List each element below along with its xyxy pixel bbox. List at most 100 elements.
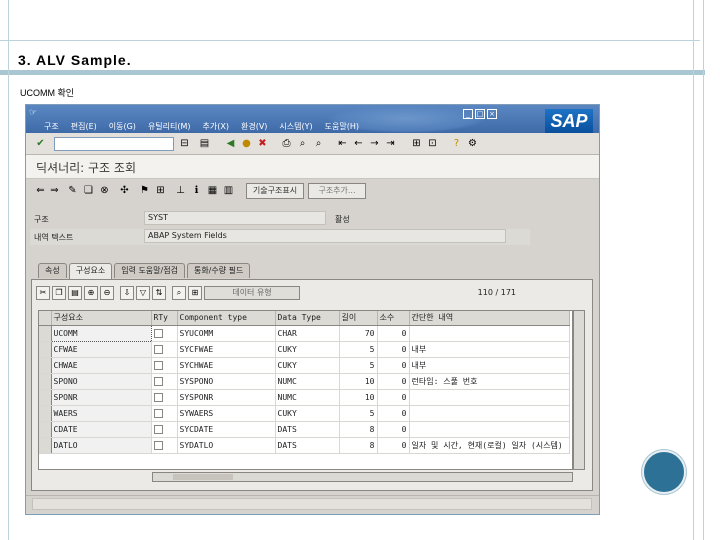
rtype-cell[interactable] bbox=[151, 325, 178, 342]
menu-utilities[interactable]: 유틸리티(M) bbox=[148, 121, 191, 132]
col-component[interactable]: 구성요소 bbox=[51, 311, 152, 326]
rtype-checkbox[interactable] bbox=[153, 392, 163, 402]
rtype-checkbox[interactable] bbox=[153, 440, 163, 450]
component-cell[interactable]: SPONO bbox=[51, 373, 152, 390]
object-list-icon[interactable]: ⊞ bbox=[154, 184, 167, 197]
table-row[interactable]: CHWAE SYCHWAE CUKY 5 0 내부 bbox=[39, 357, 570, 374]
row-selector[interactable] bbox=[39, 421, 52, 438]
hierarchy-icon[interactable]: ⊥ bbox=[174, 184, 187, 197]
window-menu-icon[interactable]: ☞ bbox=[29, 108, 41, 118]
table-row[interactable]: CDATE SYCDATE DATS 8 0 bbox=[39, 421, 570, 438]
component-type-cell[interactable]: SYSPONO bbox=[177, 373, 276, 390]
component-cell[interactable]: CDATE bbox=[51, 421, 152, 438]
new-session-icon[interactable]: ⊞ bbox=[410, 137, 423, 150]
back-arrow-icon[interactable]: ⇐ bbox=[34, 184, 47, 197]
rtype-checkbox[interactable] bbox=[153, 408, 163, 418]
table-row[interactable]: DATLO SYDATLO DATS 8 0 일자 및 시간, 현재(로컬) 일… bbox=[39, 437, 570, 454]
rtype-cell[interactable] bbox=[151, 405, 178, 422]
vertical-scrollbar[interactable] bbox=[573, 310, 585, 470]
component-cell[interactable]: CFWAE bbox=[51, 341, 152, 358]
col-length[interactable]: 길이 bbox=[339, 311, 378, 326]
other-object-icon[interactable]: ❏ bbox=[82, 184, 95, 197]
component-cell[interactable]: UCOMM bbox=[50, 324, 152, 342]
col-decimals[interactable]: 소수 bbox=[377, 311, 410, 326]
component-type-cell[interactable]: SYDATLO bbox=[177, 437, 276, 454]
tab-attributes[interactable]: 속성 bbox=[38, 263, 67, 278]
sort-icon[interactable]: ⇅ bbox=[152, 286, 166, 300]
rtype-checkbox[interactable] bbox=[153, 360, 163, 370]
select-all-header[interactable] bbox=[39, 311, 52, 326]
close-icon[interactable]: × bbox=[487, 109, 497, 119]
layout-icon[interactable]: ⚙ bbox=[466, 137, 479, 150]
exit-icon[interactable]: ● bbox=[240, 137, 253, 150]
paste-icon[interactable]: ▤ bbox=[68, 286, 82, 300]
enter-icon[interactable]: ✔ bbox=[34, 137, 47, 150]
last-page-icon[interactable]: ⇥ bbox=[384, 137, 397, 150]
rtype-checkbox[interactable] bbox=[153, 376, 163, 386]
cancel-icon[interactable]: ✖ bbox=[256, 137, 269, 150]
print-icon[interactable]: ⎙ bbox=[280, 137, 293, 150]
component-cell[interactable]: DATLO bbox=[51, 437, 152, 454]
back-icon[interactable]: ◀ bbox=[224, 137, 237, 150]
col-data-type[interactable]: Data Type bbox=[275, 311, 340, 326]
horizontal-scrollbar[interactable] bbox=[152, 472, 573, 482]
append-structure-button[interactable]: 구조추가... bbox=[308, 183, 366, 199]
rtype-cell[interactable] bbox=[151, 437, 178, 454]
rtype-cell[interactable] bbox=[151, 421, 178, 438]
menu-system[interactable]: 시스템(Y) bbox=[279, 121, 312, 132]
component-type-cell[interactable]: SYCHWAE bbox=[177, 357, 276, 374]
horizontal-scroll-thumb[interactable] bbox=[173, 474, 233, 480]
menu-extras[interactable]: 추가(X) bbox=[203, 121, 229, 132]
component-type-cell[interactable]: SYCFWAE bbox=[177, 341, 276, 358]
filter-icon[interactable]: ▽ bbox=[136, 286, 150, 300]
row-selector[interactable] bbox=[39, 389, 52, 406]
minimize-icon[interactable]: _ bbox=[463, 109, 473, 119]
menu-help[interactable]: 도움말(H) bbox=[325, 121, 359, 132]
tab-input-help-check[interactable]: 입력 도움말/점검 bbox=[114, 263, 185, 278]
check-icon[interactable]: ⊗ bbox=[98, 184, 111, 197]
rtype-checkbox[interactable] bbox=[153, 328, 163, 338]
maximize-icon[interactable]: □ bbox=[475, 109, 485, 119]
rtype-cell[interactable] bbox=[151, 357, 178, 374]
menu-structure[interactable]: 구조 bbox=[44, 121, 59, 132]
col-short-text[interactable]: 간단한 내역 bbox=[409, 311, 570, 326]
row-selector[interactable] bbox=[39, 373, 52, 390]
cut-icon[interactable]: ✂ bbox=[36, 286, 50, 300]
save-icon[interactable]: ▤ bbox=[198, 137, 211, 150]
component-cell[interactable]: SPONR bbox=[51, 389, 152, 406]
tab-currency-quantity[interactable]: 통화/수량 필드 bbox=[186, 263, 251, 278]
col-component-type[interactable]: Component type bbox=[177, 311, 276, 326]
info-icon[interactable]: ℹ bbox=[190, 184, 203, 197]
table-view-icon[interactable]: ▦ bbox=[206, 184, 219, 197]
activate-icon[interactable]: ✣ bbox=[118, 184, 131, 197]
component-type-cell[interactable]: SYWAERS bbox=[177, 405, 276, 422]
row-selector[interactable] bbox=[39, 325, 52, 342]
table-row[interactable]: SPONO SYSPONO NUMC 10 0 런타임: 스풀 번호 bbox=[39, 373, 570, 390]
dropdown-icon[interactable]: ⊟ bbox=[178, 137, 191, 150]
technical-structure-button[interactable]: 기술구조표시 bbox=[246, 183, 304, 199]
rtype-checkbox[interactable] bbox=[153, 424, 163, 434]
prev-page-icon[interactable]: ← bbox=[352, 137, 365, 150]
find-next-icon[interactable]: ⌕ bbox=[312, 137, 325, 150]
table-row[interactable]: CFWAE SYCFWAE CUKY 5 0 내부 bbox=[39, 341, 570, 358]
col-rtype[interactable]: RTy bbox=[151, 311, 178, 326]
structure-value[interactable]: SYST bbox=[144, 211, 326, 225]
forward-arrow-icon[interactable]: ⇒ bbox=[48, 184, 61, 197]
find-icon[interactable]: ⌕ bbox=[296, 137, 309, 150]
component-type-cell[interactable]: SYCDATE bbox=[177, 421, 276, 438]
description-value[interactable]: ABAP System Fields bbox=[144, 229, 506, 243]
table-row[interactable]: WAERS SYWAERS CUKY 5 0 bbox=[39, 405, 570, 422]
data-type-button[interactable]: 데이터 유형 bbox=[204, 286, 300, 300]
shortcut-icon[interactable]: ⊡ bbox=[426, 137, 439, 150]
delete-row-icon[interactable]: ⊖ bbox=[100, 286, 114, 300]
move-icon[interactable]: ⇩ bbox=[120, 286, 134, 300]
table-row[interactable]: SPONR SYSPONR NUMC 10 0 bbox=[39, 389, 570, 406]
command-field[interactable] bbox=[54, 137, 174, 151]
first-page-icon[interactable]: ⇤ bbox=[336, 137, 349, 150]
row-selector[interactable] bbox=[39, 357, 52, 374]
rtype-cell[interactable] bbox=[151, 341, 178, 358]
table-row[interactable]: UCOMM SYUCOMM CHAR 70 0 bbox=[39, 324, 570, 342]
component-type-cell[interactable]: SYSPONR bbox=[177, 389, 276, 406]
display-change-icon[interactable]: ✎ bbox=[66, 184, 79, 197]
help-icon[interactable]: ? bbox=[450, 137, 463, 150]
